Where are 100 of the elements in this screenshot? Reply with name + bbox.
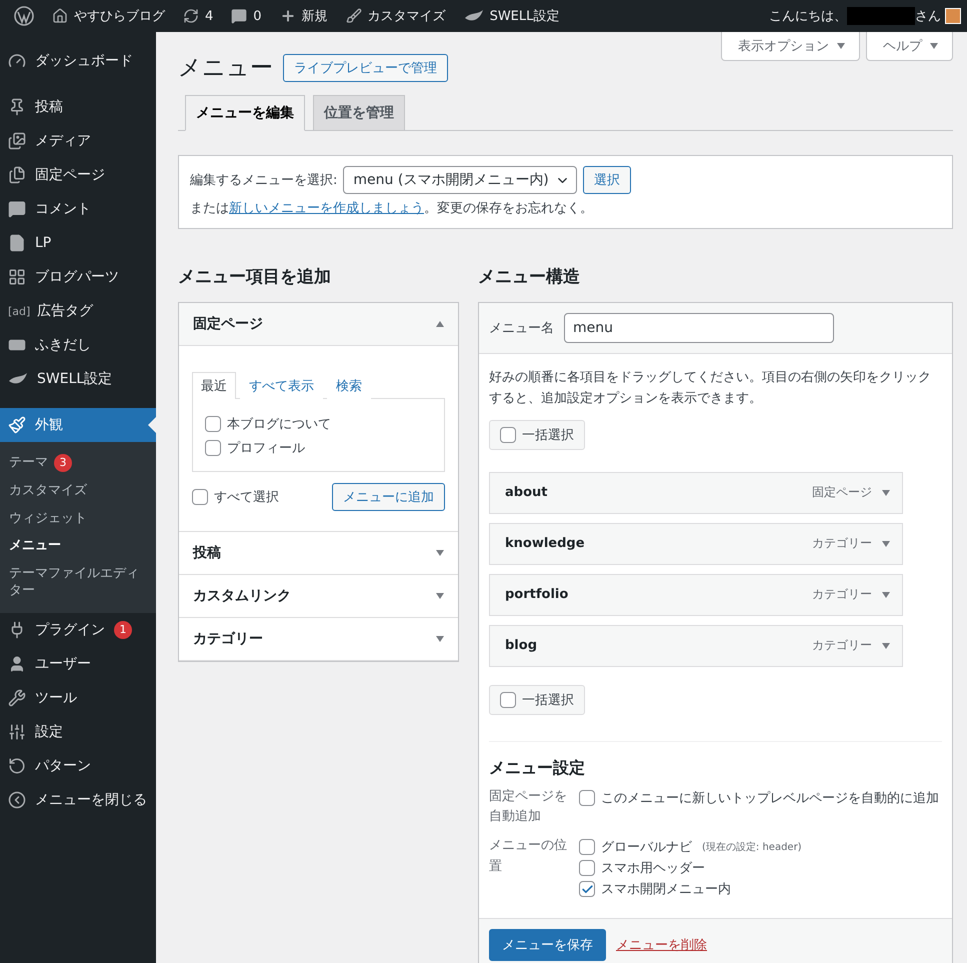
wrench-icon <box>8 688 26 707</box>
instructions-text: 好みの順番に各項目をドラッグしてください。項目の右側の矢印をクリックすると、追加設定オプションを表示できます。 <box>489 369 932 408</box>
sidebar-item[interactable]: 投稿 <box>0 90 156 124</box>
sidebar-item[interactable]: ツール <box>0 680 156 715</box>
submenu-item[interactable]: ウィジェット <box>0 504 156 532</box>
media-icon <box>8 132 26 150</box>
sidebar-item[interactable]: コメント <box>0 192 156 226</box>
count-badge: 3 <box>54 454 72 472</box>
collapse-icon <box>8 790 26 809</box>
sidebar-item[interactable]: 固定ページ <box>0 158 156 192</box>
ad-icon: [ad] <box>8 304 28 318</box>
file-icon <box>8 234 26 252</box>
tab[interactable]: メニューを編集 <box>185 95 305 131</box>
current-setting-note: (現在の設定: header) <box>702 840 802 854</box>
rotate-icon <box>8 756 26 775</box>
menu-name-field[interactable]: menu <box>564 313 834 343</box>
bulk-select-control[interactable]: 一括選択 <box>489 684 585 715</box>
swell-link[interactable]: SWELL設定 <box>456 0 568 32</box>
home-icon <box>52 8 68 24</box>
sidebar-item[interactable]: メニューを閉じる <box>0 782 156 817</box>
menu-select[interactable]: menu (スマホ開閉メニュー内) <box>343 166 577 194</box>
checkbox[interactable] <box>500 692 516 708</box>
logo-icon <box>14 6 34 26</box>
gauge-icon <box>8 52 26 70</box>
menu-item-bar[interactable]: about 固定ページ <box>489 472 903 514</box>
add-to-menu-button[interactable]: メニューに追加 <box>332 483 445 511</box>
sidebar-item[interactable]: SWELL設定 <box>0 362 156 396</box>
menu-item-type: カテゴリー <box>812 535 872 552</box>
comments-link[interactable]: 0 <box>223 0 270 32</box>
caret-down-icon <box>882 490 890 496</box>
submenu-item[interactable]: テーマファイルエディター <box>0 560 156 605</box>
save-menu-button[interactable]: メニューを保存 <box>489 929 606 962</box>
sidebar-item[interactable]: ブログパーツ <box>0 260 156 294</box>
redacted-block <box>847 7 915 25</box>
pages-icon <box>8 166 26 184</box>
menu-item-bar[interactable]: portfolio カテゴリー <box>489 574 903 616</box>
field-label: メニュー名 <box>489 320 554 337</box>
refresh-icon <box>183 8 199 24</box>
checkbox-label: スマホ用ヘッダー <box>601 860 705 878</box>
checkbox[interactable] <box>579 790 595 806</box>
menu-item-type: 固定ページ <box>812 484 872 502</box>
customize-link[interactable]: カスタマイズ <box>338 0 454 32</box>
menu-item-type: カテゴリー <box>812 637 872 654</box>
select-label: 編集するメニューを選択: <box>190 172 338 189</box>
checkbox[interactable] <box>500 426 516 443</box>
sidebar-item[interactable]: ふきだし <box>0 328 156 362</box>
sidebar-item[interactable]: LP <box>0 226 156 260</box>
sidebar-item[interactable]: ダッシュボード <box>0 44 156 78</box>
sidebar-item[interactable]: 設定 <box>0 714 156 749</box>
sliders-icon <box>8 722 26 741</box>
caret-down-icon <box>882 592 890 598</box>
sidebar-item[interactable]: 外観 <box>0 408 156 442</box>
create-menu-link[interactable]: 新しいメニューを作成しましょう <box>229 201 424 216</box>
plus-icon <box>280 8 296 24</box>
sidebar-item[interactable]: パターン <box>0 748 156 783</box>
checkbox[interactable] <box>579 881 595 898</box>
checkbox[interactable] <box>579 860 595 876</box>
bulk-select-control[interactable]: 一括選択 <box>489 420 585 450</box>
checkbox[interactable] <box>205 416 221 432</box>
checkbox-label: 本ブログについて <box>227 416 331 433</box>
sidebar-item[interactable]: プラグイン 1 <box>0 612 156 647</box>
sidebar-item[interactable]: メディア <box>0 124 156 158</box>
grid-icon <box>8 268 26 286</box>
menu-item-title: knowledge <box>505 536 586 552</box>
caret-up-icon <box>436 321 444 327</box>
accordion-header[interactable]: 固定ページ <box>179 303 458 346</box>
caret-down-icon <box>436 593 444 599</box>
menu-item-bar[interactable]: blog カテゴリー <box>489 624 903 667</box>
live-preview-button[interactable]: ライブプレビューで管理 <box>283 54 448 82</box>
caret-down-icon <box>882 540 890 547</box>
caret-down-icon <box>882 642 890 649</box>
screen-options-button[interactable]: ヘルプ <box>866 32 953 61</box>
sidebar-item[interactable]: [ad] 広告タグ <box>0 294 156 328</box>
tab[interactable]: 最近 <box>192 372 236 399</box>
submenu-item[interactable]: カスタマイズ <box>0 477 156 505</box>
menu-item-title: portfolio <box>505 587 570 602</box>
checkbox[interactable] <box>579 839 595 856</box>
sidebar-item[interactable]: ユーザー <box>0 646 156 681</box>
leaf-icon <box>464 9 484 23</box>
updates-link[interactable]: 4 <box>175 0 222 32</box>
new-link[interactable]: 新規 <box>272 0 336 32</box>
menu-item-bar[interactable]: knowledge カテゴリー <box>489 522 903 565</box>
checkbox[interactable] <box>205 440 221 456</box>
delete-menu-link[interactable]: メニューを削除 <box>616 936 707 954</box>
checkbox-label: プロフィール <box>227 440 305 457</box>
submenu-item[interactable]: テーマ 3 <box>0 449 156 477</box>
section-heading: メニュー構造 <box>478 266 581 288</box>
site-link[interactable]: やすひらブログ <box>44 0 173 32</box>
submenu-item[interactable]: メニュー <box>0 532 156 560</box>
greeting-text: さん <box>915 8 941 25</box>
note-text: または新しいメニューを作成しましょう。変更の保存をお忘れなく。 <box>190 200 594 217</box>
select-button[interactable]: 選択 <box>582 166 631 194</box>
greeting-text: こんにちは、 <box>769 8 847 25</box>
menu-item-title: about <box>505 485 548 500</box>
tab[interactable]: 位置を管理 <box>313 95 405 131</box>
screen-options-button[interactable]: 表示オプション <box>721 32 860 61</box>
checkbox[interactable] <box>192 489 208 505</box>
checkbox-label: スマホ開閉メニュー内 <box>601 881 731 898</box>
avatar[interactable] <box>945 8 961 24</box>
caret-down-icon <box>837 43 845 49</box>
